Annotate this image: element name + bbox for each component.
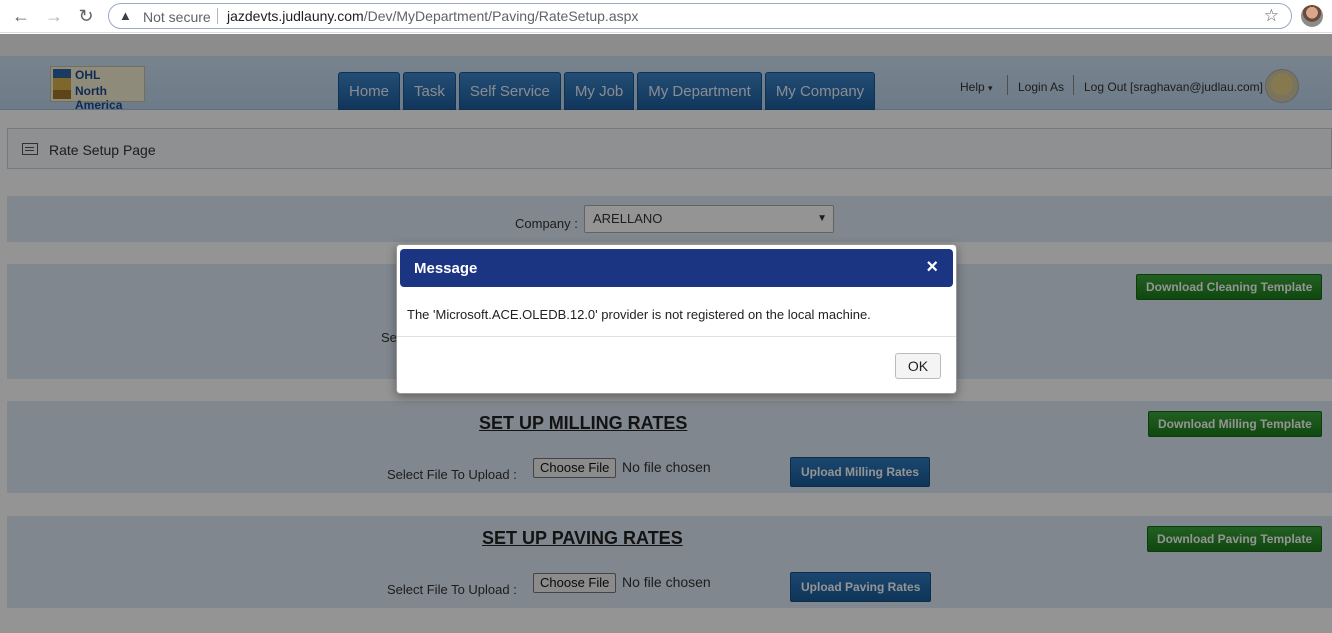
reload-icon[interactable]: ↻: [74, 5, 98, 27]
url-path: /Dev/MyDepartment/Paving/RateSetup.aspx: [363, 8, 639, 24]
dialog-header: Message ×: [400, 249, 953, 287]
profile-avatar-icon[interactable]: [1301, 5, 1323, 27]
url-host: jazdevts.judlauny.com: [227, 8, 364, 24]
forward-arrow-icon[interactable]: →: [42, 5, 66, 27]
dialog-message: The 'Microsoft.ACE.OLEDB.12.0' provider …: [407, 307, 871, 322]
dialog-divider: [397, 336, 956, 337]
omnibox-divider: [217, 8, 218, 24]
browser-toolbar: ← → ↻ ▲ Not secure jazdevts.judlauny.com…: [0, 0, 1332, 33]
dialog-title: Message: [414, 260, 478, 277]
address-bar[interactable]: ▲ Not secure jazdevts.judlauny.com/Dev/M…: [108, 3, 1292, 29]
ok-button[interactable]: OK: [895, 353, 941, 379]
back-arrow-icon[interactable]: ←: [9, 5, 33, 27]
warning-triangle-icon: ▲: [119, 8, 132, 23]
bookmark-star-icon[interactable]: ☆: [1264, 6, 1279, 26]
security-label: Not secure: [143, 9, 211, 25]
close-icon[interactable]: ×: [926, 256, 938, 278]
url-text[interactable]: jazdevts.judlauny.com/Dev/MyDepartment/P…: [227, 8, 638, 24]
message-dialog: Message × The 'Microsoft.ACE.OLEDB.12.0'…: [396, 244, 957, 394]
